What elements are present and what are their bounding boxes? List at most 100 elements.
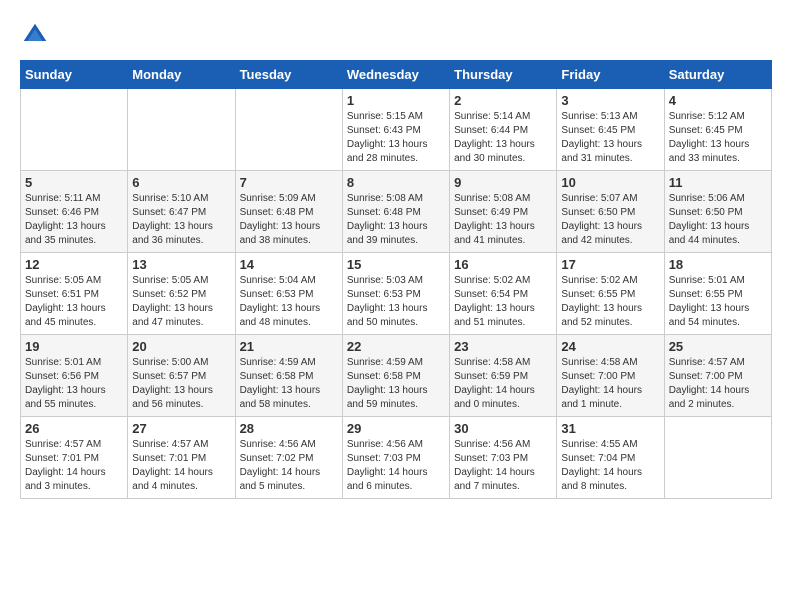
day-detail: Sunrise: 4:59 AM Sunset: 6:58 PM Dayligh… bbox=[240, 356, 338, 412]
calendar-day-cell: 22 Sunrise: 4:59 AM Sunset: 6:58 PM Dayli… bbox=[342, 335, 449, 417]
day-number: 19 bbox=[25, 339, 123, 354]
calendar-day-cell: 7 Sunrise: 5:09 AM Sunset: 6:48 PM Daylig… bbox=[235, 171, 342, 253]
day-of-week-header: Sunday bbox=[21, 61, 128, 89]
day-number: 2 bbox=[454, 93, 552, 108]
logo-icon bbox=[20, 20, 50, 50]
calendar-day-cell: 11 Sunrise: 5:06 AM Sunset: 6:50 PM Dayli… bbox=[664, 171, 771, 253]
day-number: 14 bbox=[240, 257, 338, 272]
day-number: 31 bbox=[561, 421, 659, 436]
day-detail: Sunrise: 5:13 AM Sunset: 6:45 PM Dayligh… bbox=[561, 110, 659, 166]
logo bbox=[20, 20, 54, 50]
calendar-week-row: 5 Sunrise: 5:11 AM Sunset: 6:46 PM Daylig… bbox=[21, 171, 772, 253]
calendar-header: SundayMondayTuesdayWednesdayThursdayFrid… bbox=[21, 61, 772, 89]
day-number: 16 bbox=[454, 257, 552, 272]
calendar-day-cell: 26Sunrise: 4:57 AM Sunset: 7:01 PM Dayli… bbox=[21, 417, 128, 499]
day-detail: Sunrise: 4:57 AM Sunset: 7:01 PM Dayligh… bbox=[132, 438, 230, 494]
calendar-week-row: 19 Sunrise: 5:01 AM Sunset: 6:56 PM Dayli… bbox=[21, 335, 772, 417]
day-detail: Sunrise: 4:56 AM Sunset: 7:03 PM Dayligh… bbox=[454, 438, 552, 494]
day-of-week-header: Saturday bbox=[664, 61, 771, 89]
day-detail: Sunrise: 5:01 AM Sunset: 6:56 PM Dayligh… bbox=[25, 356, 123, 412]
day-detail: Sunrise: 5:08 AM Sunset: 6:48 PM Dayligh… bbox=[347, 192, 445, 248]
day-detail: Sunrise: 5:10 AM Sunset: 6:47 PM Dayligh… bbox=[132, 192, 230, 248]
day-number: 12 bbox=[25, 257, 123, 272]
calendar-week-row: 12 Sunrise: 5:05 AM Sunset: 6:51 PM Dayli… bbox=[21, 253, 772, 335]
calendar-day-cell: 25 Sunrise: 4:57 AM Sunset: 7:00 PM Dayli… bbox=[664, 335, 771, 417]
calendar-day-cell: 10 Sunrise: 5:07 AM Sunset: 6:50 PM Dayli… bbox=[557, 171, 664, 253]
day-number: 25 bbox=[669, 339, 767, 354]
day-detail: Sunrise: 5:04 AM Sunset: 6:53 PM Dayligh… bbox=[240, 274, 338, 330]
day-number: 20 bbox=[132, 339, 230, 354]
calendar-day-cell: 12 Sunrise: 5:05 AM Sunset: 6:51 PM Dayli… bbox=[21, 253, 128, 335]
calendar-day-cell: 30 Sunrise: 4:56 AM Sunset: 7:03 PM Dayli… bbox=[450, 417, 557, 499]
calendar-week-row: 26 Sunrise: 4:57 AM Sunset: 7:01 PM Dayli… bbox=[21, 417, 772, 499]
day-number: 10 bbox=[561, 175, 659, 190]
day-number: 3 bbox=[561, 93, 659, 108]
day-number: 11 bbox=[669, 175, 767, 190]
calendar-day-cell: 3 Sunrise: 5:13 AM Sunset: 6:45 PM Daylig… bbox=[557, 89, 664, 171]
day-detail: Sunrise: 5:02 AM Sunset: 6:55 PM Dayligh… bbox=[561, 274, 659, 330]
calendar-day-cell: 16 Sunrise: 5:02 AM Sunset: 6:54 PM Dayli… bbox=[450, 253, 557, 335]
day-of-week-header: Monday bbox=[128, 61, 235, 89]
day-number: 5 bbox=[25, 175, 123, 190]
day-number: 7 bbox=[240, 175, 338, 190]
day-detail: Sunrise: 5:01 AM Sunset: 6:55 PM Dayligh… bbox=[669, 274, 767, 330]
calendar-week-row: 1 Sunrise: 5:15 AM Sunset: 6:43 PM Daylig… bbox=[21, 89, 772, 171]
calendar-day-cell: 27 Sunrise: 4:57 AM Sunset: 7:01 PM Dayli… bbox=[128, 417, 235, 499]
calendar-day-cell: 8 Sunrise: 5:08 AM Sunset: 6:48 PM Daylig… bbox=[342, 171, 449, 253]
day-detail: Sunrise: 5:06 AM Sunset: 6:50 PM Dayligh… bbox=[669, 192, 767, 248]
days-of-week-row: SundayMondayTuesdayWednesdayThursdayFrid… bbox=[21, 61, 772, 89]
calendar-day-cell: 4Sunrise: 5:12 AM Sunset: 6:45 PM Daylig… bbox=[664, 89, 771, 171]
day-number: 13 bbox=[132, 257, 230, 272]
day-detail: Sunrise: 4:58 AM Sunset: 6:59 PM Dayligh… bbox=[454, 356, 552, 412]
calendar-day-cell: 2 Sunrise: 5:14 AM Sunset: 6:44 PM Daylig… bbox=[450, 89, 557, 171]
calendar-day-cell bbox=[664, 417, 771, 499]
day-detail: Sunrise: 5:14 AM Sunset: 6:44 PM Dayligh… bbox=[454, 110, 552, 166]
day-detail: Sunrise: 5:03 AM Sunset: 6:53 PM Dayligh… bbox=[347, 274, 445, 330]
day-detail: Sunrise: 5:07 AM Sunset: 6:50 PM Dayligh… bbox=[561, 192, 659, 248]
day-number: 28 bbox=[240, 421, 338, 436]
calendar-day-cell: 21Sunrise: 4:59 AM Sunset: 6:58 PM Dayli… bbox=[235, 335, 342, 417]
day-number: 6 bbox=[132, 175, 230, 190]
day-number: 29 bbox=[347, 421, 445, 436]
calendar-day-cell: 31 Sunrise: 4:55 AM Sunset: 7:04 PM Dayli… bbox=[557, 417, 664, 499]
day-detail: Sunrise: 5:05 AM Sunset: 6:51 PM Dayligh… bbox=[25, 274, 123, 330]
calendar-day-cell bbox=[21, 89, 128, 171]
day-number: 1 bbox=[347, 93, 445, 108]
day-number: 23 bbox=[454, 339, 552, 354]
calendar-day-cell: 29 Sunrise: 4:56 AM Sunset: 7:03 PM Dayli… bbox=[342, 417, 449, 499]
calendar-day-cell: 28Sunrise: 4:56 AM Sunset: 7:02 PM Dayli… bbox=[235, 417, 342, 499]
day-number: 30 bbox=[454, 421, 552, 436]
calendar-day-cell: 1 Sunrise: 5:15 AM Sunset: 6:43 PM Daylig… bbox=[342, 89, 449, 171]
day-number: 8 bbox=[347, 175, 445, 190]
day-of-week-header: Thursday bbox=[450, 61, 557, 89]
day-detail: Sunrise: 5:15 AM Sunset: 6:43 PM Dayligh… bbox=[347, 110, 445, 166]
calendar-day-cell: 14 Sunrise: 5:04 AM Sunset: 6:53 PM Dayli… bbox=[235, 253, 342, 335]
day-of-week-header: Wednesday bbox=[342, 61, 449, 89]
day-number: 22 bbox=[347, 339, 445, 354]
calendar-day-cell: 17Sunrise: 5:02 AM Sunset: 6:55 PM Dayli… bbox=[557, 253, 664, 335]
calendar-day-cell bbox=[128, 89, 235, 171]
day-number: 4 bbox=[669, 93, 767, 108]
calendar-day-cell: 19 Sunrise: 5:01 AM Sunset: 6:56 PM Dayli… bbox=[21, 335, 128, 417]
day-detail: Sunrise: 5:02 AM Sunset: 6:54 PM Dayligh… bbox=[454, 274, 552, 330]
day-number: 9 bbox=[454, 175, 552, 190]
day-detail: Sunrise: 5:11 AM Sunset: 6:46 PM Dayligh… bbox=[25, 192, 123, 248]
calendar-body: 1 Sunrise: 5:15 AM Sunset: 6:43 PM Daylig… bbox=[21, 89, 772, 499]
day-detail: Sunrise: 5:00 AM Sunset: 6:57 PM Dayligh… bbox=[132, 356, 230, 412]
calendar-day-cell: 5 Sunrise: 5:11 AM Sunset: 6:46 PM Daylig… bbox=[21, 171, 128, 253]
calendar-day-cell: 9 Sunrise: 5:08 AM Sunset: 6:49 PM Daylig… bbox=[450, 171, 557, 253]
day-detail: Sunrise: 4:55 AM Sunset: 7:04 PM Dayligh… bbox=[561, 438, 659, 494]
day-number: 27 bbox=[132, 421, 230, 436]
day-detail: Sunrise: 5:09 AM Sunset: 6:48 PM Dayligh… bbox=[240, 192, 338, 248]
day-number: 24 bbox=[561, 339, 659, 354]
day-detail: Sunrise: 4:59 AM Sunset: 6:58 PM Dayligh… bbox=[347, 356, 445, 412]
day-detail: Sunrise: 5:08 AM Sunset: 6:49 PM Dayligh… bbox=[454, 192, 552, 248]
calendar-day-cell: 24Sunrise: 4:58 AM Sunset: 7:00 PM Dayli… bbox=[557, 335, 664, 417]
day-detail: Sunrise: 4:57 AM Sunset: 7:00 PM Dayligh… bbox=[669, 356, 767, 412]
day-of-week-header: Tuesday bbox=[235, 61, 342, 89]
calendar-table: SundayMondayTuesdayWednesdayThursdayFrid… bbox=[20, 60, 772, 499]
day-number: 26 bbox=[25, 421, 123, 436]
day-number: 15 bbox=[347, 257, 445, 272]
day-number: 18 bbox=[669, 257, 767, 272]
day-detail: Sunrise: 4:56 AM Sunset: 7:03 PM Dayligh… bbox=[347, 438, 445, 494]
